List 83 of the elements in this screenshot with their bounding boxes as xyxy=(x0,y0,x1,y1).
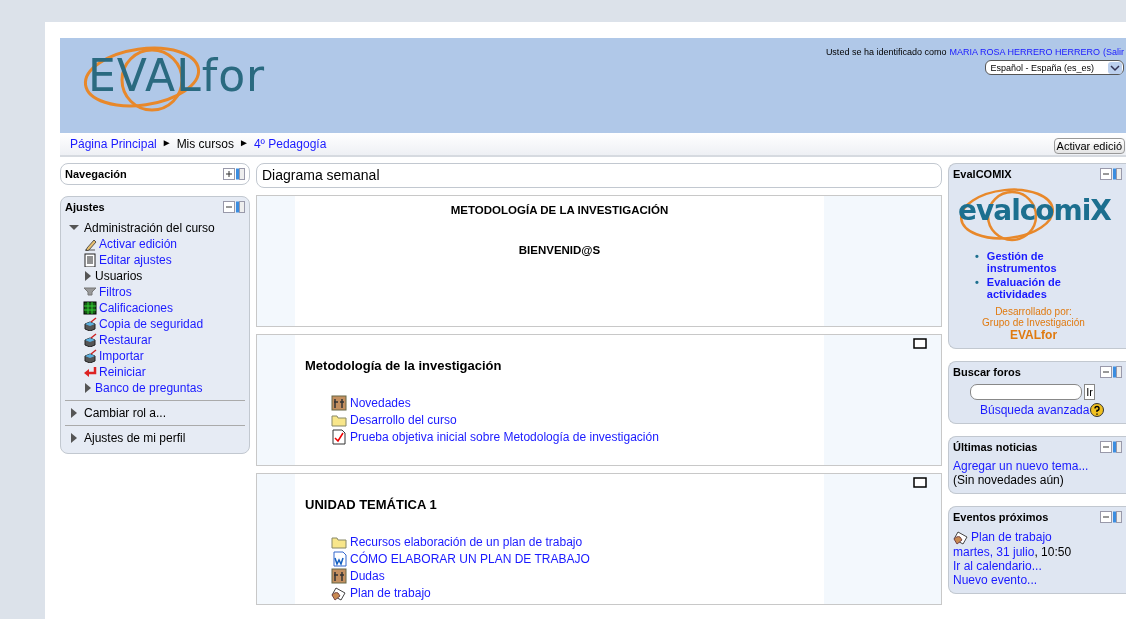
section-summary: METODOLOGÍA DE LA INVESTIGACIÓN xyxy=(449,204,670,216)
block-title: Navegación xyxy=(65,168,127,180)
go-button[interactable]: Ir xyxy=(1084,384,1095,400)
box-icon xyxy=(83,333,97,347)
funnel-icon xyxy=(83,285,97,299)
tree-item[interactable]: Activar edición xyxy=(99,237,178,251)
tree-item[interactable]: Importar xyxy=(99,349,144,363)
collapse-block-icon[interactable] xyxy=(1100,511,1122,523)
news-status: (Sin novedades aún) xyxy=(953,473,1065,487)
tree-item[interactable]: Administración del curso xyxy=(84,221,215,235)
activity-link[interactable]: Plan de trabajo xyxy=(350,586,431,600)
people-icon xyxy=(331,395,347,411)
collapse-block-icon[interactable] xyxy=(1100,168,1122,180)
hand-paper-icon xyxy=(331,585,347,601)
collapse-block-icon[interactable] xyxy=(1100,366,1122,378)
tree-item[interactable]: Filtros xyxy=(99,285,132,299)
folder-icon xyxy=(331,534,347,550)
activity-link[interactable]: Prueba objetiva inicial sobre Metodología de investigación xyxy=(350,430,659,444)
credit-text: Desarrollado por: xyxy=(995,306,1073,317)
tree-item[interactable]: Usuarios xyxy=(95,269,143,283)
user-link[interactable]: MARIA ROSA HERRERO HERRERO xyxy=(949,47,1100,57)
block-title: Últimas noticias xyxy=(953,441,1038,453)
credit-name: EVALfor xyxy=(1008,328,1059,342)
show-one-section-icon[interactable] xyxy=(913,338,927,349)
block-title: Eventos próximos xyxy=(953,511,1049,523)
block-title: Buscar foros xyxy=(953,366,1021,378)
bullet: • xyxy=(975,250,979,264)
tree-item[interactable]: Restaurar xyxy=(99,333,152,347)
word-document-icon xyxy=(331,551,347,567)
help-icon xyxy=(1090,403,1105,417)
tree-item[interactable]: Reiniciar xyxy=(99,365,146,379)
bullet: • xyxy=(975,276,979,290)
activity-link[interactable]: Dudas xyxy=(350,569,385,583)
collapse-block-icon[interactable] xyxy=(1100,441,1122,453)
section-title: Metodología de la investigación xyxy=(305,358,503,373)
hand-paper-icon xyxy=(953,529,969,545)
checklist-icon xyxy=(331,429,347,445)
breadcrumb-link[interactable]: 4º Pedagogía xyxy=(253,137,327,151)
tree-item[interactable]: Editar ajustes xyxy=(99,253,172,267)
block-title: EvalCOMIX xyxy=(953,168,1012,180)
tree-item[interactable]: Calificaciones xyxy=(99,301,174,315)
people-icon xyxy=(331,568,347,584)
breadcrumb-separator: ► xyxy=(161,137,172,150)
breadcrumb-item: Mis cursos xyxy=(176,137,234,151)
event-link[interactable]: Plan de trabajo xyxy=(971,530,1052,544)
tree-item[interactable]: Ajustes de mi perfil xyxy=(84,431,186,445)
show-one-section-icon[interactable] xyxy=(913,477,927,488)
calendar-link[interactable]: Nuevo evento... xyxy=(953,573,1122,587)
credit-text: Grupo de Investigación xyxy=(981,317,1086,328)
return-arrow-icon xyxy=(83,365,97,379)
search-field[interactable] xyxy=(970,384,1083,400)
course-format-heading: Diagrama semanal xyxy=(256,163,942,188)
tree-item[interactable]: Banco de preguntas xyxy=(95,381,203,395)
activity-link[interactable]: CÓMO ELABORAR UN PLAN DE TRABAJO xyxy=(350,552,590,566)
block-title: Ajustes xyxy=(65,201,105,213)
calendar-link[interactable]: Ir al calendario... xyxy=(953,559,1122,573)
pencil-icon xyxy=(83,237,97,251)
login-info: Usted se ha identificado como xyxy=(825,47,947,57)
tree-item[interactable]: Copia de seguridad xyxy=(99,317,204,331)
tool-link[interactable]: Evaluación de actividades xyxy=(986,276,1085,300)
activity-link[interactable]: Desarrollo del curso xyxy=(350,413,457,427)
section-summary: BIENVENID@S xyxy=(517,244,602,256)
expand-block-icon[interactable] xyxy=(223,168,245,180)
advanced-search-link[interactable]: Búsqueda avanzada xyxy=(980,403,1090,417)
add-topic-link[interactable]: Agregar un nuevo tema... xyxy=(953,459,1122,473)
logout-link[interactable]: (Salir xyxy=(1103,47,1124,57)
dropdown-arrow-icon xyxy=(1108,61,1122,74)
section-title: UNIDAD TEMÁTICA 1 xyxy=(305,497,438,512)
box-icon xyxy=(83,317,97,331)
tool-link[interactable]: Gestión de instrumentos xyxy=(986,250,1085,274)
spreadsheet-icon xyxy=(83,301,97,315)
activity-link[interactable]: Novedades xyxy=(350,396,411,410)
edit-mode-button[interactable]: Activar edició xyxy=(1053,138,1125,154)
collapse-block-icon[interactable] xyxy=(223,201,245,213)
activity-link[interactable]: Recursos elaboración de un plan de trabajo xyxy=(350,535,583,549)
breadcrumb-separator: ► xyxy=(238,137,249,150)
language-select[interactable]: Español - España (es_es) xyxy=(985,60,1124,75)
document-icon xyxy=(83,253,97,267)
event-time: , 10:50 xyxy=(1034,545,1072,559)
folder-icon xyxy=(331,412,347,428)
box-icon xyxy=(83,349,97,363)
breadcrumb-link[interactable]: Página Principal xyxy=(70,137,157,151)
tree-item[interactable]: Cambiar rol a... xyxy=(84,406,167,420)
